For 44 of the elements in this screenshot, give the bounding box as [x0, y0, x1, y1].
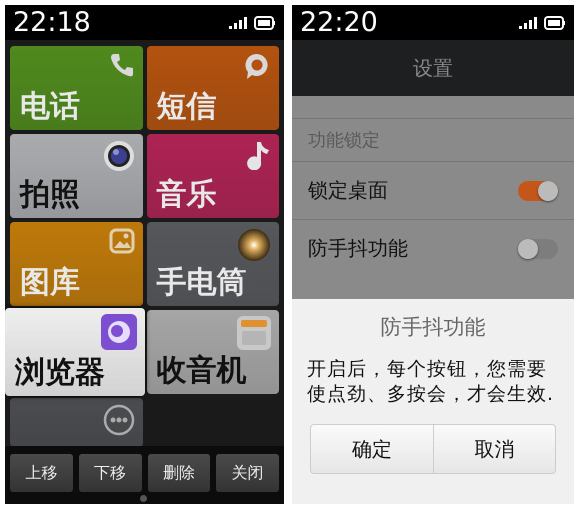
phone-handset-icon	[108, 52, 134, 78]
tile-label: 短信	[156, 90, 216, 124]
tile-label: 浏览器	[15, 356, 105, 390]
tile-label: 图库	[20, 266, 80, 300]
app-tile[interactable]: 拍照	[10, 134, 142, 218]
app-tile[interactable]: 短信	[146, 46, 279, 130]
setting-label: 防手抖功能	[308, 235, 408, 262]
app-tile[interactable]: 浏览器	[5, 308, 144, 396]
screen-title: 设置	[413, 54, 453, 82]
battery-icon	[254, 16, 276, 30]
tile-label: 拍照	[20, 178, 80, 212]
browser-icon	[100, 314, 136, 350]
more-dots-icon	[102, 404, 134, 436]
action-button[interactable]: 上移	[10, 454, 73, 492]
toggle-switch[interactable]	[518, 180, 558, 200]
setting-label: 锁定桌面	[308, 177, 388, 204]
picture-icon	[108, 228, 134, 254]
battery-icon	[544, 16, 566, 30]
app-tile[interactable]: 收音机	[146, 310, 279, 394]
signal-icon	[519, 16, 539, 28]
toggle-switch[interactable]	[518, 238, 558, 258]
action-button[interactable]: 关闭	[216, 454, 279, 492]
dialog-button[interactable]: 确定	[310, 424, 434, 474]
flashlight-lens-icon	[237, 228, 271, 262]
page-indicator-dot	[140, 495, 147, 502]
music-note-icon	[245, 140, 271, 170]
tile-label: 手电筒	[156, 266, 246, 300]
app-tile[interactable]	[10, 398, 142, 446]
status-time: 22:20	[300, 7, 379, 38]
camera-lens-icon	[102, 140, 134, 172]
dialog-button[interactable]: 取消	[434, 424, 556, 474]
action-button[interactable]: 下移	[78, 454, 142, 492]
app-tile[interactable]: 手电筒	[146, 222, 279, 306]
signal-icon	[229, 16, 249, 28]
status-time: 22:18	[13, 7, 92, 38]
app-tile[interactable]: 电话	[10, 46, 142, 130]
action-button[interactable]: 删除	[148, 454, 210, 492]
tile-label: 收音机	[156, 354, 246, 388]
dialog-title: 防手抖功能	[380, 314, 486, 341]
radio-icon	[237, 316, 271, 350]
app-tile[interactable]: 音乐	[146, 134, 279, 218]
dialog-message: 开启后，每个按钮，您需要使点劲、多按会，才会生效.	[307, 357, 556, 406]
tile-label: 音乐	[156, 178, 216, 212]
tile-label: 电话	[20, 90, 80, 124]
